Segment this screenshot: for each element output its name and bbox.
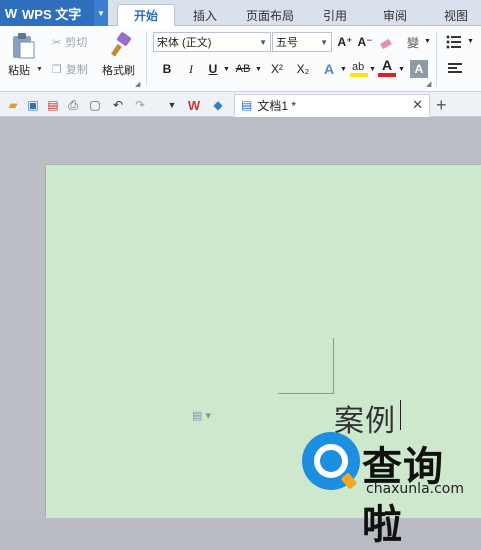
tab-references[interactable]: 引用 xyxy=(310,4,360,26)
phonetic-guide-button[interactable]: 變 xyxy=(404,33,422,51)
document-tab-title: 文档1 * xyxy=(257,98,297,113)
close-icon[interactable]: ✕ xyxy=(412,97,423,113)
tab-review[interactable]: 审阅 xyxy=(370,4,420,26)
open-folder-icon[interactable]: ▰ xyxy=(5,97,21,113)
paste-button[interactable] xyxy=(10,32,40,62)
chevron-down-icon[interactable]: ▼ xyxy=(369,66,376,73)
print-preview-icon[interactable]: ▢ xyxy=(87,97,103,113)
paste-icon xyxy=(13,33,35,59)
scissors-icon: ✂ xyxy=(52,36,62,49)
margin-corner-mark xyxy=(278,338,334,394)
shrink-font-button[interactable]: A⁻ xyxy=(356,33,374,51)
clear-format-icon[interactable] xyxy=(378,33,396,51)
font-group-launcher-icon[interactable]: ◢ xyxy=(426,80,431,88)
format-painter-button[interactable] xyxy=(108,32,134,58)
tab-start[interactable]: 开始 xyxy=(117,4,175,26)
wps-logo-icon: W xyxy=(4,5,18,21)
app-menu-dropdown-icon[interactable]: ▼ xyxy=(94,0,108,26)
character-shading-icon[interactable]: A xyxy=(410,60,428,78)
underline-button[interactable]: U xyxy=(204,60,222,78)
brush-icon xyxy=(111,32,131,57)
tab-view[interactable]: 视图 xyxy=(432,4,480,26)
chevron-down-icon[interactable]: ▼ xyxy=(398,66,405,73)
align-left-icon[interactable] xyxy=(448,62,464,76)
bullets-icon[interactable] xyxy=(446,34,466,50)
strikethrough-button[interactable]: AB xyxy=(232,60,254,78)
chevron-down-icon: ▼ xyxy=(320,37,328,47)
chevron-down-icon[interactable]: ▼ xyxy=(340,66,347,73)
font-color-swatch xyxy=(378,73,396,77)
ribbon-separator xyxy=(436,32,437,86)
highlighter-icon: ab xyxy=(350,61,368,77)
export-pdf-icon[interactable]: ▤ xyxy=(45,97,61,113)
app-menu-button[interactable]: W WPS 文字 xyxy=(0,0,94,26)
tab-page-layout[interactable]: 页面布局 xyxy=(236,4,304,26)
strikethrough-dropdown-icon[interactable]: ▼ xyxy=(255,66,262,73)
tab-insert[interactable]: 插入 xyxy=(178,4,232,26)
bold-button[interactable]: B xyxy=(158,60,176,78)
paste-dropdown-icon[interactable]: ▼ xyxy=(36,66,43,73)
app-name: WPS 文字 xyxy=(22,6,82,22)
cut-label: 剪切 xyxy=(65,37,88,49)
font-name-value: 宋体 (正文) xyxy=(157,37,212,49)
print-icon[interactable]: ⎙ xyxy=(65,97,81,113)
copy-button[interactable]: ❐ 复制 xyxy=(52,61,88,77)
underline-dropdown-icon[interactable]: ▼ xyxy=(223,66,230,73)
paste-label[interactable]: 粘贴 xyxy=(8,62,30,78)
subscript-button[interactable]: X₂ xyxy=(292,60,314,78)
grow-font-button[interactable]: A⁺ xyxy=(336,33,354,51)
superscript-button[interactable]: X² xyxy=(266,60,288,78)
document-icon: ▤ xyxy=(241,98,253,112)
redo-icon[interactable]: ↷ xyxy=(132,97,148,113)
cube-icon[interactable]: ◆ xyxy=(210,97,226,113)
highlight-button[interactable]: ab xyxy=(350,58,368,78)
font-size-value: 五号 xyxy=(276,37,298,49)
save-icon[interactable]: ▣ xyxy=(25,97,41,113)
font-name-select[interactable]: 宋体 (正文) ▼ xyxy=(153,32,271,52)
text-effect-icon[interactable]: A xyxy=(320,60,338,78)
copy-label: 复制 xyxy=(65,64,88,76)
format-painter-label: 格式刷 xyxy=(102,65,135,77)
chaxunla-logo-icon xyxy=(302,432,360,490)
chevron-down-icon[interactable]: ▼ xyxy=(467,38,474,45)
watermark-url: chaxunla.com xyxy=(366,481,464,497)
wps-w-icon[interactable]: W xyxy=(186,97,202,113)
text-cursor xyxy=(400,400,401,430)
new-tab-plus-icon[interactable]: + xyxy=(436,95,447,116)
chevron-down-icon[interactable]: ▼ xyxy=(424,38,431,45)
document-tab[interactable]: ▤ 文档1 * ✕ xyxy=(234,94,430,117)
chevron-down-icon: ▼ xyxy=(259,37,267,47)
ribbon-separator xyxy=(146,32,147,86)
font-color-letter: A xyxy=(381,57,393,73)
cut-button[interactable]: ✂ 剪切 xyxy=(52,34,87,50)
clipboard-group-launcher-icon[interactable]: ◢ xyxy=(135,80,140,88)
svg-text:ab: ab xyxy=(352,61,364,73)
font-color-button[interactable]: A xyxy=(378,58,396,78)
undo-icon[interactable]: ↶ xyxy=(110,97,126,113)
customize-toolbar-dropdown-icon[interactable]: ▼ xyxy=(164,97,180,113)
paste-options-icon[interactable]: ▤ ▾ xyxy=(192,409,211,422)
font-size-select[interactable]: 五号 ▼ xyxy=(272,32,332,52)
copy-icon: ❐ xyxy=(52,63,62,76)
italic-button[interactable]: I xyxy=(182,60,200,78)
